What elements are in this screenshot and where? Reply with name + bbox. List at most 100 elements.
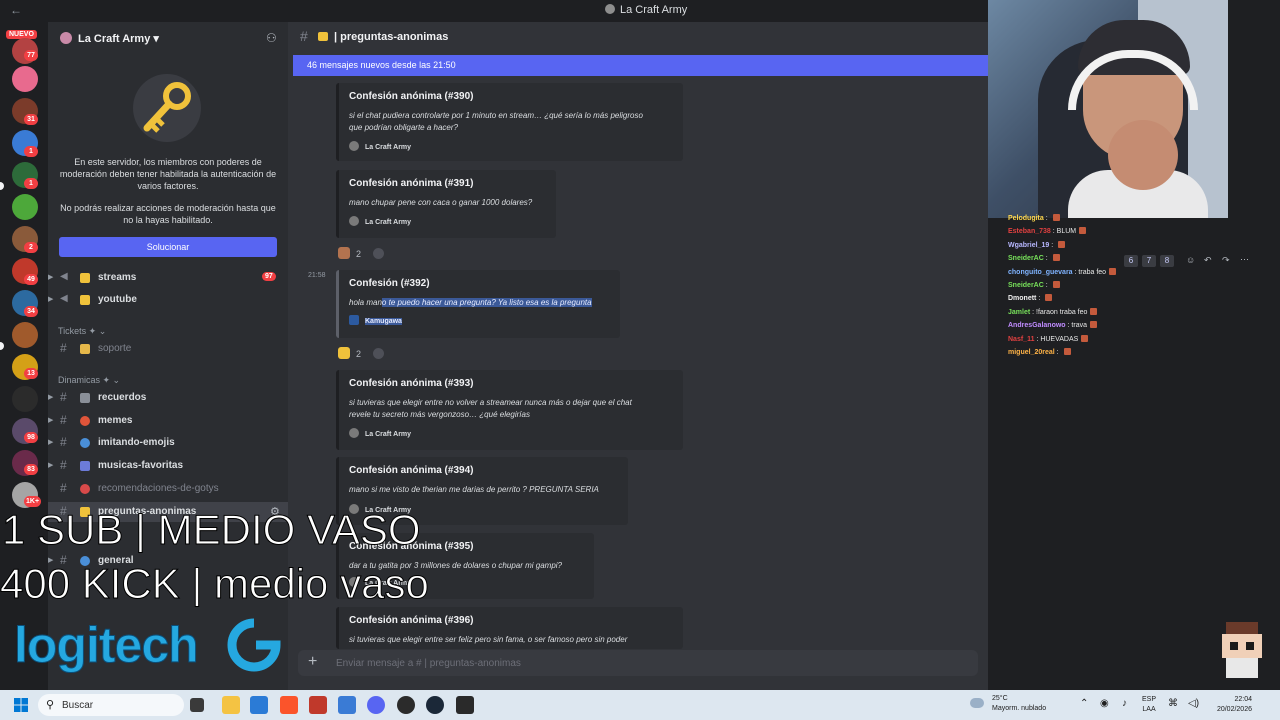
solve-button[interactable]: Solucionar	[59, 237, 277, 257]
server-icon[interactable]	[12, 66, 38, 92]
volume-icon[interactable]: ◁)	[1188, 698, 1199, 709]
streamer-hand	[1108, 120, 1178, 190]
search-placeholder: Buscar	[62, 700, 94, 711]
server-header[interactable]: La Craft Army ▾ ⚇	[48, 22, 288, 54]
channel-recuerdos[interactable]: ▶ # recuerdos	[48, 388, 288, 408]
card-title: Confesión anónima (#396)	[349, 615, 474, 626]
chat-emote-icon	[1045, 294, 1053, 302]
input-language[interactable]: ESP LAA	[1142, 695, 1156, 715]
card-body: mano si me visto de therian me darias de…	[349, 485, 599, 494]
show-hidden-icons-icon[interactable]: ⌃	[1080, 698, 1088, 709]
task-view-icon[interactable]	[190, 698, 204, 712]
mention-badge: 83	[24, 464, 38, 475]
selected-text[interactable]: o te puedo hacer una pregunta? Ya listo …	[381, 298, 592, 307]
card-title: Confesión (#392)	[349, 278, 430, 289]
channel-title-text: preguntas-anonimas	[340, 31, 449, 43]
stream-chat-line: miguel_20real :	[1008, 348, 1071, 356]
server-icon[interactable]	[12, 386, 38, 412]
message-composer[interactable]: + Enviar mensaje a # | preguntas-anonima…	[298, 650, 978, 676]
gamepad-emoji-icon	[80, 484, 90, 494]
store-icon[interactable]	[250, 696, 268, 714]
channel-imitando-emojis[interactable]: ▶ # imitando-emojis	[48, 433, 288, 453]
microphone-icon[interactable]: ♪	[1122, 698, 1127, 709]
stream-chat-line: Pelodugita :	[1008, 214, 1060, 222]
expand-caret-icon: ▶	[48, 417, 54, 424]
overlay-tool-button[interactable]: 7	[1142, 255, 1156, 267]
channel-header: # | preguntas-anonimas	[288, 22, 988, 52]
forward-icon[interactable]: ↷	[1222, 255, 1230, 266]
overlay-line-sub: 1 SUB | MEDIO VASO	[2, 506, 422, 553]
category-label: Tickets	[58, 326, 87, 336]
emoji-picker-icon[interactable]: ☺	[1186, 255, 1195, 265]
new-messages-banner[interactable]: 46 mensajes nuevos desde las 21:50	[293, 55, 993, 76]
reaction-row[interactable]: 2	[338, 347, 385, 359]
search-icon: ⚲	[46, 699, 55, 711]
mention-badge: 31	[24, 114, 38, 125]
channel-label: youtube	[98, 294, 137, 305]
channel-label: recomendaciones-de-gotys	[98, 483, 219, 494]
stream-chat-line: Jamlet : !faraon traba feo	[1008, 307, 1098, 316]
reaction-count: 2	[356, 349, 362, 359]
reaction-emoji-icon	[338, 347, 350, 359]
channel-musicas-favoritas[interactable]: ▶ # musicas-favoritas	[48, 456, 288, 476]
attach-plus-icon[interactable]: +	[308, 653, 317, 671]
brave-icon[interactable]	[280, 696, 298, 714]
chat-emote-icon	[1079, 227, 1087, 235]
expand-caret-icon: ▶	[48, 296, 54, 303]
channel-youtube[interactable]: ▶ ◀ youtube	[48, 290, 288, 310]
system-clock[interactable]: 22:04 20/02/2026	[1210, 695, 1252, 715]
channel-label: imitando-emojis	[98, 437, 175, 448]
overlay-tool-button[interactable]: 8	[1160, 255, 1174, 267]
logitech-g-logo	[227, 618, 281, 672]
chat-emote-icon	[1090, 307, 1098, 315]
reply-icon[interactable]: ↶	[1204, 255, 1212, 266]
add-member-icon[interactable]: ⚇	[266, 31, 277, 45]
mention-badge: 49	[24, 274, 38, 285]
category-dinamicas[interactable]: Dinamicas ✦ ⌄	[58, 375, 120, 386]
add-reaction-icon[interactable]	[373, 348, 385, 359]
chat-emote-icon	[1063, 348, 1071, 355]
server-avatar-icon	[605, 4, 615, 14]
overlay-tool-button[interactable]: 6	[1124, 255, 1138, 267]
channel-streams[interactable]: ▶ ◀ streams 97	[48, 268, 288, 288]
logitech-logo: logitech	[14, 617, 200, 674]
windows-start-icon[interactable]	[14, 698, 28, 712]
music-emoji-icon	[80, 461, 90, 471]
taskbar-search[interactable]: ⚲ Buscar	[38, 694, 184, 716]
reaction-row[interactable]: 2	[338, 247, 385, 259]
card-title: Confesión anónima (#391)	[349, 178, 474, 189]
expand-caret-icon: ▶	[48, 462, 54, 469]
chat-username: SneiderAC	[1008, 255, 1044, 263]
channel-soporte[interactable]: # soporte	[48, 339, 288, 359]
notepad-icon[interactable]	[338, 696, 356, 714]
chat-username: Nasf_11	[1008, 335, 1035, 343]
card-footer-text: La Craft Army	[365, 219, 412, 226]
stream-chat-line: AndresGalanowo : trava	[1008, 321, 1097, 329]
window-title: La Craft Army	[605, 4, 687, 16]
window-title-text: La Craft Army	[620, 4, 688, 16]
composer-placeholder[interactable]: Enviar mensaje a # | preguntas-anonimas	[336, 658, 521, 669]
chat-username: Pelodugita	[1008, 215, 1044, 222]
discord-icon[interactable]	[367, 696, 385, 714]
steam-icon[interactable]	[426, 696, 444, 714]
app-icon[interactable]	[309, 696, 327, 714]
clock-time: 22:04	[1234, 696, 1252, 703]
app-tray-icon[interactable]: ◉	[1100, 698, 1109, 709]
file-explorer-icon[interactable]	[222, 696, 240, 714]
obs-icon[interactable]	[397, 696, 415, 714]
add-reaction-icon[interactable]	[373, 248, 385, 259]
server-icon[interactable]	[12, 194, 38, 220]
server-icon[interactable]	[12, 322, 38, 348]
channel-recomendaciones-de-gotys[interactable]: # recomendaciones-de-gotys	[48, 479, 288, 499]
more-icon[interactable]: ⋯	[1240, 254, 1249, 265]
card-body-line: revele tu secreto más vergonzoso… ¿qué e…	[349, 410, 530, 419]
category-label: Dinamicas	[58, 375, 101, 385]
stream-chat-line: Nasf_11 : HUEVADAS	[1008, 334, 1089, 343]
network-icon[interactable]: ⌘	[1168, 698, 1178, 709]
back-arrow-icon[interactable]: ←	[10, 3, 22, 17]
channel-memes[interactable]: ▶ # memes	[48, 411, 288, 431]
category-tickets[interactable]: Tickets ✦ ⌄	[58, 326, 106, 337]
mod-notice-secondary: No podrás realizar acciones de moderació…	[60, 203, 276, 225]
epic-games-icon[interactable]	[456, 696, 474, 714]
server-name[interactable]: La Craft Army ▾	[78, 32, 159, 45]
